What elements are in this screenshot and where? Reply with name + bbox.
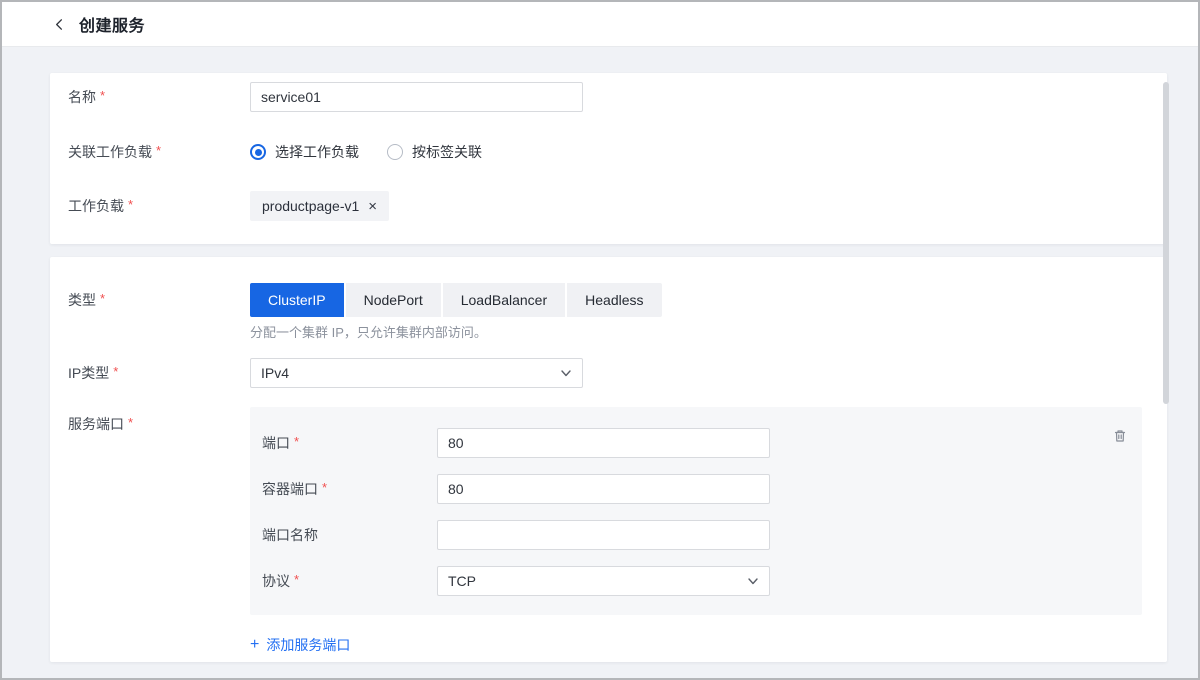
protocol-value: TCP: [448, 573, 476, 589]
type-option-clusterip[interactable]: ClusterIP: [250, 283, 344, 317]
type-row: 类型* ClusterIP NodePort LoadBalancer Head…: [68, 283, 1167, 342]
container-port-input[interactable]: [437, 474, 770, 504]
workload-relation-label: 关联工作负载*: [68, 142, 250, 162]
ip-type-select[interactable]: IPv4: [250, 358, 583, 388]
required-asterisk: *: [294, 434, 299, 449]
name-input[interactable]: [250, 82, 583, 112]
port-row: 端口*: [262, 428, 1142, 458]
service-ports-row: 服务端口* 端口*: [68, 407, 1167, 615]
ip-type-row: IP类型* IPv4: [68, 358, 1167, 388]
radio-selected-icon: [250, 144, 266, 160]
service-port-panel: 端口* 容器端口* 端口名称 协议*: [250, 407, 1142, 615]
required-asterisk: *: [128, 415, 133, 430]
required-asterisk: *: [294, 572, 299, 587]
add-service-port-label: 添加服务端口: [266, 635, 350, 655]
page-header: 创建服务: [2, 2, 1198, 47]
required-asterisk: *: [100, 291, 105, 306]
container-port-row: 容器端口*: [262, 474, 1142, 504]
port-name-input[interactable]: [437, 520, 770, 550]
required-asterisk: *: [100, 88, 105, 103]
port-input[interactable]: [437, 428, 770, 458]
page-title: 创建服务: [79, 12, 145, 36]
required-asterisk: *: [156, 143, 161, 158]
service-ports-label: 服务端口*: [68, 407, 250, 434]
name-label: 名称*: [68, 87, 250, 107]
chevron-down-icon: [560, 367, 572, 379]
protocol-select[interactable]: TCP: [437, 566, 770, 596]
vertical-scrollbar-thumb[interactable]: [1163, 82, 1169, 404]
delete-port-button[interactable]: [1111, 427, 1129, 445]
type-label: 类型*: [68, 283, 250, 318]
workload-tag-text: productpage-v1: [262, 198, 359, 214]
protocol-label: 协议*: [262, 571, 437, 591]
radio-select-workload[interactable]: 选择工作负载: [250, 142, 359, 162]
port-name-label: 端口名称: [262, 525, 437, 545]
required-asterisk: *: [322, 480, 327, 495]
basic-info-card: 名称* 关联工作负载* 选择工作负载 按标签关联 工作负载* productpa…: [50, 73, 1167, 244]
container-port-label: 容器端口*: [262, 479, 437, 499]
service-spec-card: 类型* ClusterIP NodePort LoadBalancer Head…: [50, 257, 1167, 662]
workload-relation-radio-group: 选择工作负载 按标签关联: [250, 142, 482, 162]
radio-unselected-icon: [387, 144, 403, 160]
port-name-row: 端口名称: [262, 520, 1142, 550]
remove-tag-icon[interactable]: ×: [368, 199, 377, 214]
type-option-nodeport[interactable]: NodePort: [346, 283, 441, 317]
trash-icon: [1112, 428, 1128, 444]
chevron-left-icon: [52, 17, 67, 32]
workload-label: 工作负载*: [68, 196, 250, 216]
type-button-group: ClusterIP NodePort LoadBalancer Headless: [250, 283, 662, 317]
type-control: ClusterIP NodePort LoadBalancer Headless…: [250, 283, 662, 342]
type-option-loadbalancer[interactable]: LoadBalancer: [443, 283, 565, 317]
radio-by-label[interactable]: 按标签关联: [387, 142, 482, 162]
ip-type-value: IPv4: [261, 365, 289, 381]
plus-icon: +: [250, 637, 259, 653]
workload-row: 工作负载* productpage-v1 ×: [68, 191, 1167, 221]
required-asterisk: *: [128, 197, 133, 212]
workload-relation-row: 关联工作负载* 选择工作负载 按标签关联: [68, 137, 1167, 167]
port-label: 端口*: [262, 433, 437, 453]
type-option-headless[interactable]: Headless: [567, 283, 661, 317]
ip-type-label: IP类型*: [68, 363, 250, 383]
chevron-down-icon: [747, 575, 759, 587]
required-asterisk: *: [113, 364, 118, 379]
add-service-port-button[interactable]: + 添加服务端口: [250, 635, 350, 655]
name-row: 名称*: [68, 82, 1167, 112]
type-hint: 分配一个集群 IP，只允许集群内部访问。: [250, 324, 662, 342]
protocol-row: 协议* TCP: [262, 566, 1142, 596]
workload-tag[interactable]: productpage-v1 ×: [250, 191, 389, 221]
back-button[interactable]: [52, 17, 67, 32]
